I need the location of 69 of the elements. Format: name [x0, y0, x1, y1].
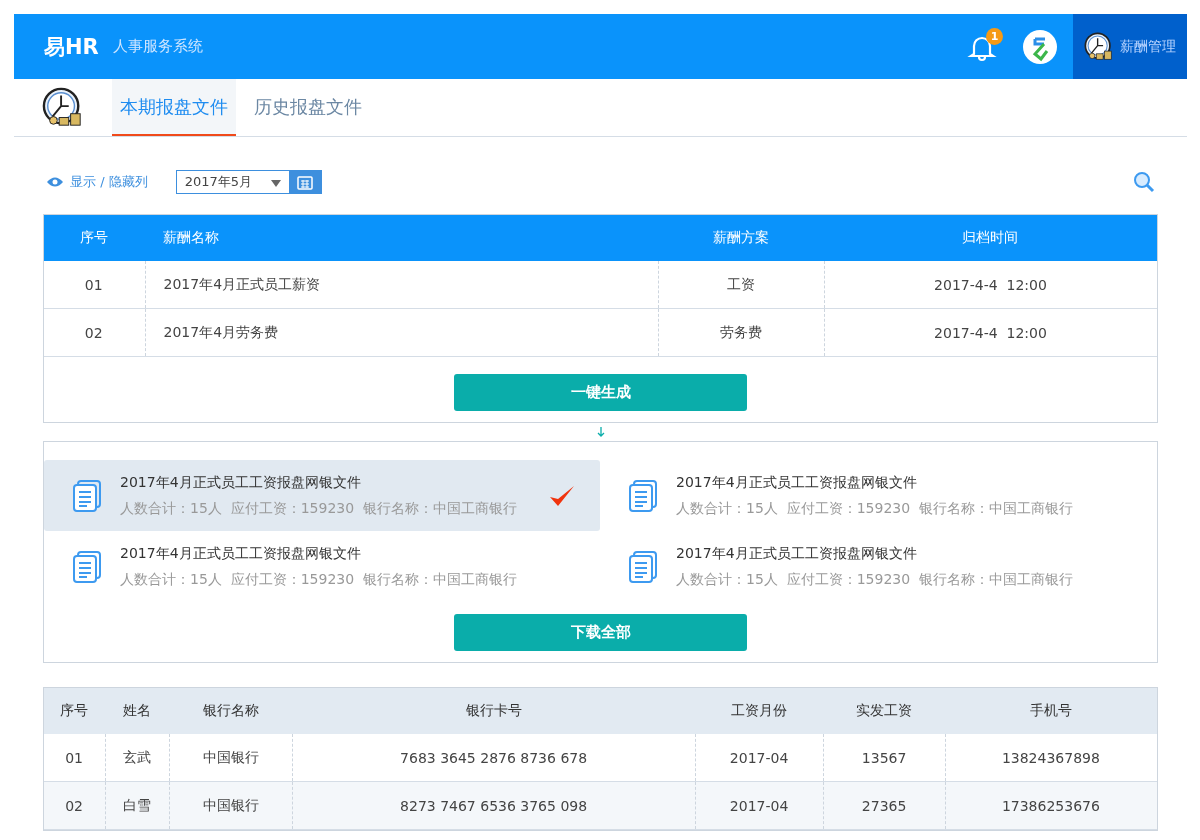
table-cell: 02 — [44, 308, 145, 357]
table-cell: 劳务费 — [658, 308, 825, 357]
calendar-icon — [296, 174, 313, 190]
table-cell: 2017年4月劳务费 — [145, 308, 659, 357]
column-header: 实发工资 — [823, 688, 946, 734]
table-cell: 13824367898 — [945, 734, 1157, 782]
table-cell: 27365 — [823, 781, 946, 830]
document-icon — [628, 550, 658, 583]
file-title: 2017年4月正式员工工资报盘网银文件 — [676, 544, 918, 563]
table-cell: 8273 7467 6536 3765 098 — [292, 781, 696, 830]
table-cell: 01 — [44, 734, 106, 782]
file-details: 人数合计：15人 应付工资：159230 银行名称：中国工商银行 — [120, 499, 518, 518]
table-cell: 2017-4-4 12:00 — [824, 261, 1157, 309]
column-header: 工资月份 — [695, 688, 824, 734]
column-header: 银行卡号 — [292, 688, 696, 734]
notification-badge: 1 — [986, 27, 1003, 45]
table-cell: 白雪 — [105, 781, 170, 830]
tab[interactable]: 历史报盘文件 — [246, 79, 370, 136]
table-cell: 工资 — [658, 261, 825, 309]
file-title: 2017年4月正式员工工资报盘网银文件 — [120, 544, 362, 563]
table-cell: 13567 — [823, 734, 946, 782]
table-cell: 中国银行 — [169, 734, 293, 782]
calendar-button[interactable] — [288, 171, 321, 193]
file-item[interactable]: 2017年4月正式员工工资报盘网银文件 人数合计：15人 应付工资：159230 银行名称：中国工商银行 — [44, 460, 600, 531]
table-cell: 17386253676 — [945, 781, 1157, 830]
column-header: 序号 — [44, 688, 106, 734]
table-cell: 2017-04 — [695, 734, 824, 782]
column-header: 归档时间 — [824, 215, 1157, 261]
file-details: 人数合计：15人 应付工资：159230 银行名称：中国工商银行 — [120, 570, 518, 589]
system-subtitle: 人事服务系统 — [112, 37, 203, 56]
logo: 易HR — [44, 33, 99, 61]
checkmark-icon — [549, 485, 575, 507]
table-cell: 2017-04 — [695, 781, 824, 830]
toggle-columns-link[interactable]: 显示 / 隐藏列 — [46, 173, 148, 191]
month-select[interactable]: 2017年5月 — [175, 170, 322, 194]
tab[interactable]: 本期报盘文件 — [112, 79, 236, 136]
table-cell: 2017-4-4 12:00 — [824, 308, 1157, 357]
file-details: 人数合计：15人 应付工资：159230 银行名称：中国工商银行 — [676, 499, 1074, 518]
generate-button[interactable]: 一键生成 — [454, 374, 747, 411]
search-icon[interactable] — [1133, 171, 1155, 193]
eye-icon — [46, 176, 64, 188]
table-cell: 7683 3645 2876 8736 678 — [292, 734, 696, 782]
module-menu[interactable]: 薪酬管理 — [1073, 14, 1187, 79]
column-header: 姓名 — [105, 688, 170, 734]
document-icon — [72, 550, 102, 583]
clock-coins-icon — [42, 86, 84, 129]
file-item[interactable]: 2017年4月正式员工工资报盘网银文件 人数合计：15人 应付工资：159230 银行名称：中国工商银行 — [600, 531, 1157, 602]
column-header: 序号 — [44, 215, 145, 261]
download-all-button[interactable]: 下载全部 — [454, 614, 747, 651]
clock-coins-icon — [1084, 31, 1114, 62]
table-cell: 01 — [44, 261, 145, 309]
column-header: 银行名称 — [169, 688, 293, 734]
document-icon — [72, 479, 102, 512]
file-title: 2017年4月正式员工工资报盘网银文件 — [676, 473, 918, 492]
app-logo-icon[interactable] — [1023, 29, 1057, 64]
down-arrow-icon — [596, 427, 605, 437]
column-header: 薪酬名称 — [145, 215, 659, 261]
file-item[interactable]: 2017年4月正式员工工资报盘网银文件 人数合计：15人 应付工资：159230 银行名称：中国工商银行 — [600, 460, 1157, 531]
dropdown-caret-icon — [270, 179, 281, 187]
table-cell: 2017年4月正式员工薪资 — [145, 261, 659, 309]
table-cell: 中国银行 — [169, 781, 293, 830]
column-header: 手机号 — [945, 688, 1157, 734]
column-header: 薪酬方案 — [658, 215, 825, 261]
document-icon — [628, 479, 658, 512]
file-item[interactable]: 2017年4月正式员工工资报盘网银文件 人数合计：15人 应付工资：159230 银行名称：中国工商银行 — [44, 531, 600, 602]
table-cell: 玄武 — [105, 734, 170, 782]
table-cell: 02 — [44, 781, 106, 830]
file-title: 2017年4月正式员工工资报盘网银文件 — [120, 473, 362, 492]
file-details: 人数合计：15人 应付工资：159230 银行名称：中国工商银行 — [676, 570, 1074, 589]
